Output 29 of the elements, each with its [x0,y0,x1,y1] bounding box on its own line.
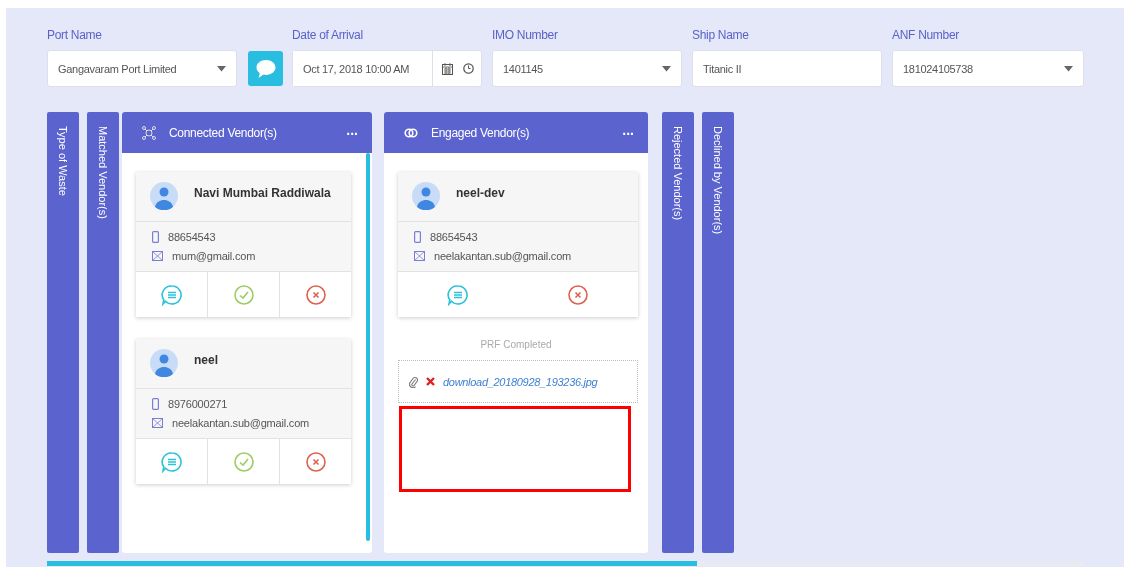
phone-number: 88654543 [430,231,478,243]
status-text: PRF Completed [479,339,553,350]
vendor-name: neel-dev [456,186,505,200]
phone-number: 8976000271 [168,398,228,410]
vertical-tab[interactable]: Rejected Vendor(s) [662,112,694,553]
vertical-tab[interactable]: Type of Waste [47,112,79,553]
email-address: neelakantan.sub@gmail.com [434,250,572,262]
select-field[interactable]: 181024105738 [892,50,1084,87]
more-menu[interactable]: ... [622,124,634,141]
more-menu[interactable]: ... [346,124,358,141]
column-title: Engaged Vendor(s) [431,125,531,140]
field-label: Ship Name [692,28,750,42]
vendor-name: neel [194,353,218,367]
file-link[interactable]: download_20180928_193236.jpg [443,375,598,388]
date-field[interactable]: Oct 17, 2018 10:00 AM [293,51,433,86]
select-field[interactable]: 1401145 [492,50,682,87]
vertical-tab[interactable]: Declined by Vendor(s) [702,112,734,553]
vertical-tab[interactable]: Matched Vendor(s) [87,112,119,553]
select-field[interactable]: Gangavaram Port Limited [47,50,237,87]
phone-number: 88654543 [168,231,216,243]
field-label: ANF Number [892,28,960,42]
column-title: Connected Vendor(s) [169,125,278,140]
vendor-name: Navi Mumbai Raddiwala [194,186,331,200]
field-label: Date of Arrival [292,28,364,42]
text-field[interactable]: Titanic II [692,50,882,87]
field-label: Port Name [47,28,103,42]
email-address: neelakantan.sub@gmail.com [172,417,310,429]
email-address: mum@gmail.com [172,250,256,262]
field-label: IMO Number [492,28,559,42]
